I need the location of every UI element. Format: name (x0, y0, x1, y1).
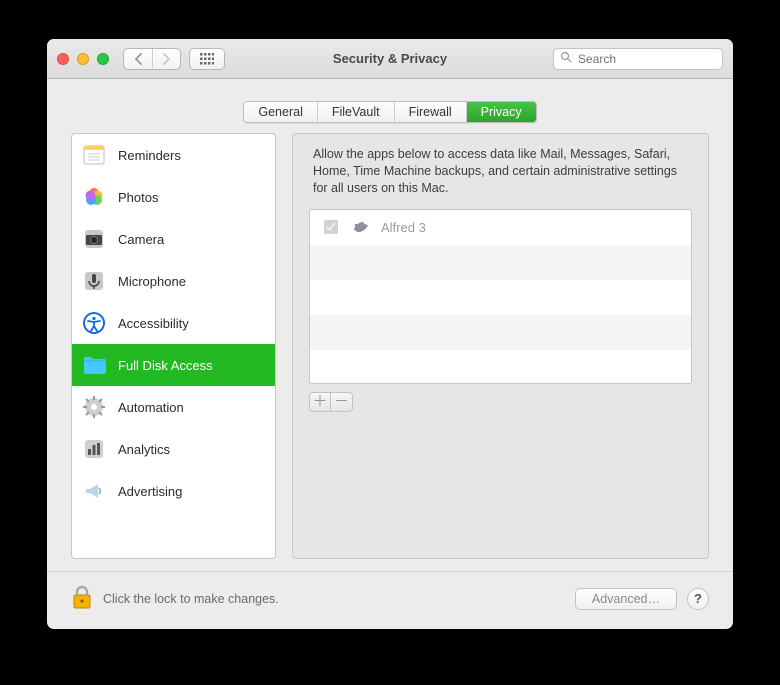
camera-icon (82, 227, 108, 251)
tab-privacy[interactable]: Privacy (466, 102, 536, 122)
app-row-empty (310, 280, 691, 315)
sidebar-item-advertising[interactable]: Advertising (72, 470, 275, 512)
back-button[interactable] (124, 49, 152, 69)
help-button[interactable]: ? (687, 588, 709, 610)
photos-icon (82, 185, 108, 209)
sidebar-item-label: Advertising (118, 484, 182, 499)
app-checkbox[interactable] (324, 220, 338, 234)
microphone-icon (82, 269, 108, 293)
sidebar-item-accessibility[interactable]: Accessibility (72, 302, 275, 344)
app-icon (351, 216, 371, 239)
reminders-icon (82, 143, 108, 167)
list-buttons: ＋ － (309, 392, 692, 412)
sidebar-item-label: Camera (118, 232, 164, 247)
privacy-detail-pane: Allow the apps below to access data like… (292, 133, 709, 559)
sidebar-item-label: Automation (118, 400, 184, 415)
sidebar-item-label: Analytics (118, 442, 170, 457)
barchart-icon (82, 437, 108, 461)
titlebar: Security & Privacy (47, 39, 733, 79)
gear-icon (82, 395, 108, 419)
sidebar-item-full-disk-access[interactable]: Full Disk Access (72, 344, 275, 386)
search-icon (560, 51, 572, 66)
lock-text: Click the lock to make changes. (103, 592, 279, 606)
accessibility-icon (82, 311, 108, 335)
tab-general[interactable]: General (244, 102, 316, 122)
tab-filevault[interactable]: FileVault (317, 102, 394, 122)
megaphone-icon (82, 479, 108, 503)
sidebar-item-label: Reminders (118, 148, 181, 163)
app-name: Alfred 3 (381, 220, 426, 235)
lock-icon[interactable] (71, 584, 93, 613)
panel-description: Allow the apps below to access data like… (313, 146, 688, 197)
privacy-sidebar: Reminders Photos Camera (71, 133, 276, 559)
zoom-button[interactable] (97, 53, 109, 65)
search-field[interactable] (553, 48, 723, 70)
footer: Click the lock to make changes. Advanced… (47, 571, 733, 629)
app-row[interactable]: Alfred 3 (310, 210, 691, 245)
sidebar-item-automation[interactable]: Automation (72, 386, 275, 428)
sidebar-item-photos[interactable]: Photos (72, 176, 275, 218)
advanced-button[interactable]: Advanced… (575, 588, 677, 610)
sidebar-item-reminders[interactable]: Reminders (72, 134, 275, 176)
tab-firewall[interactable]: Firewall (394, 102, 466, 122)
sidebar-item-camera[interactable]: Camera (72, 218, 275, 260)
nav-back-forward (123, 48, 181, 70)
search-input[interactable] (576, 51, 733, 67)
minimize-button[interactable] (77, 53, 89, 65)
app-row-empty (310, 245, 691, 280)
sidebar-item-label: Full Disk Access (118, 358, 213, 373)
show-all-button[interactable] (189, 48, 225, 70)
close-button[interactable] (57, 53, 69, 65)
grid-icon (190, 49, 224, 69)
add-button[interactable]: ＋ (309, 392, 331, 412)
forward-button[interactable] (152, 49, 180, 69)
app-row-empty (310, 315, 691, 350)
preferences-window: Security & Privacy General FileVault Fir… (47, 39, 733, 629)
sidebar-item-label: Photos (118, 190, 158, 205)
folder-icon (82, 354, 108, 376)
sidebar-item-analytics[interactable]: Analytics (72, 428, 275, 470)
content-area: Reminders Photos Camera (47, 133, 733, 571)
sidebar-item-label: Microphone (118, 274, 186, 289)
remove-button[interactable]: － (331, 392, 353, 412)
tab-bar: General FileVault Firewall Privacy (47, 79, 733, 133)
sidebar-item-microphone[interactable]: Microphone (72, 260, 275, 302)
app-row-empty (310, 350, 691, 384)
sidebar-item-label: Accessibility (118, 316, 189, 331)
window-controls (57, 53, 109, 65)
app-list: Alfred 3 (309, 209, 692, 384)
